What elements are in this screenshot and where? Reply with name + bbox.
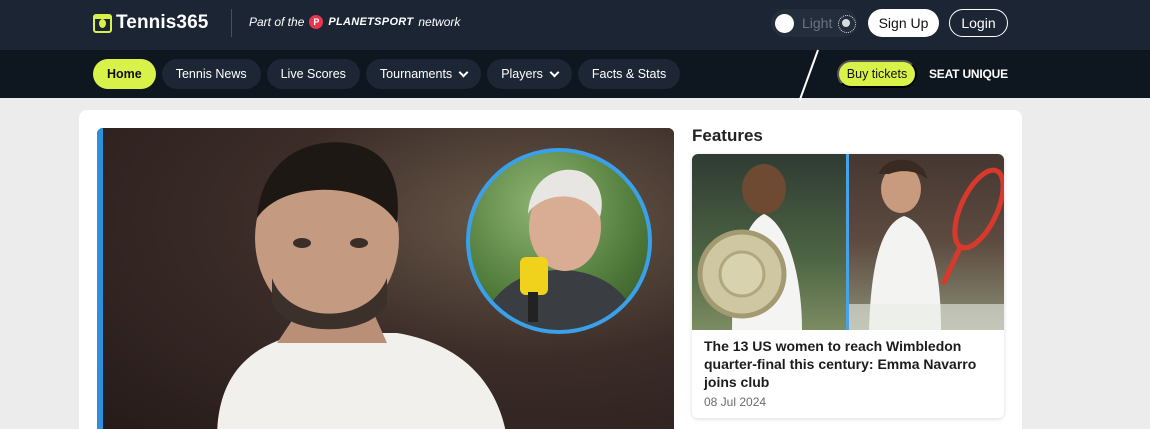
nav-item-label: Tournaments — [379, 67, 453, 81]
nav-item-label: Tennis News — [175, 67, 247, 81]
theme-label: Light — [802, 15, 833, 31]
feature-card[interactable]: The 13 US women to reach Wimbledon quart… — [692, 154, 1004, 418]
network-brand: PLANETSPORT — [328, 16, 414, 28]
planetsport-icon: P — [309, 15, 324, 29]
signup-button[interactable]: Sign Up — [868, 9, 939, 37]
feature-photo-left — [692, 154, 846, 330]
nav-item-tournaments[interactable]: Tournaments — [365, 59, 482, 89]
inset-portrait — [466, 148, 652, 334]
trophy-player-illustration — [697, 164, 802, 330]
seat-unique-logo[interactable]: SEAT UNIQUE — [929, 67, 1008, 81]
nav-item-label: Live Scores — [280, 67, 346, 81]
feature-card-headline[interactable]: The 13 US women to reach Wimbledon quart… — [704, 337, 994, 391]
buy-tickets-button[interactable]: Buy tickets — [837, 60, 917, 88]
tennis365-logo-icon — [93, 13, 112, 33]
nav-item-label: Players — [501, 67, 543, 81]
racket-player-illustration — [849, 159, 1004, 330]
network-prefix: Part of the — [249, 15, 305, 29]
site-logo[interactable]: Tennis365 — [93, 12, 208, 34]
nav-item-facts-stats[interactable]: Facts & Stats — [577, 59, 681, 89]
nav-item-live-scores[interactable]: Live Scores — [266, 59, 360, 89]
logo-text: Tennis365 — [116, 12, 209, 33]
commentator-illustration — [480, 169, 640, 330]
nav-list: Home Tennis News Live Scores Tournaments… — [93, 59, 681, 89]
feature-card-image — [692, 154, 1004, 330]
nav-item-players[interactable]: Players — [487, 59, 572, 89]
feature-card-date: 08 Jul 2024 — [704, 395, 767, 409]
nav-item-home[interactable]: Home — [93, 59, 156, 89]
theme-toggle[interactable]: Light — [771, 9, 857, 37]
sun-icon — [838, 15, 857, 33]
nav-item-label: Home — [107, 67, 142, 81]
top-bar: Tennis365 Part of the P PLANETSPORT netw… — [0, 0, 1150, 50]
header-divider — [231, 9, 232, 37]
toggle-knob — [775, 13, 794, 33]
chevron-down-icon — [549, 67, 560, 77]
network-suffix: network — [418, 15, 461, 29]
hero-article-image[interactable] — [97, 128, 674, 429]
chevron-down-icon — [458, 67, 469, 77]
feature-photo-right — [849, 154, 1004, 330]
login-button[interactable]: Login — [949, 9, 1008, 37]
network-tagline[interactable]: Part of the P PLANETSPORT network — [249, 15, 460, 29]
nav-item-tennis-news[interactable]: Tennis News — [161, 59, 261, 89]
hero-accent-bar — [97, 128, 103, 429]
nav-item-label: Facts & Stats — [591, 67, 667, 81]
features-heading: Features — [692, 126, 763, 145]
